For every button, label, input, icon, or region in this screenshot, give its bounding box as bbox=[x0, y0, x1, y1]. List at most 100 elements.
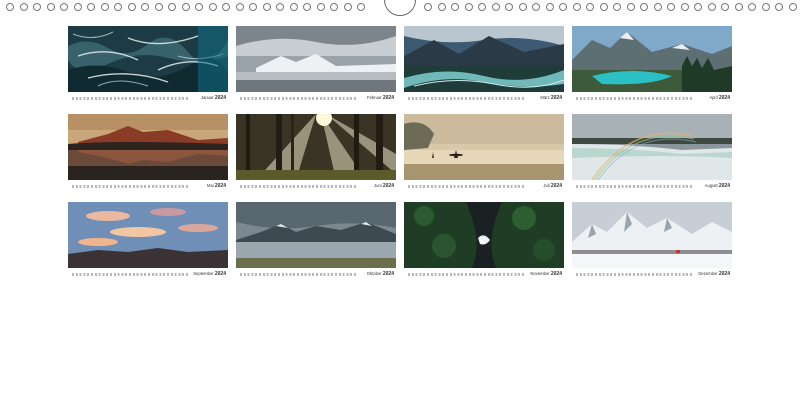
spiral-binding bbox=[0, 0, 800, 16]
binding-hole-icon bbox=[761, 3, 770, 11]
day-strip bbox=[240, 97, 358, 100]
day-strip bbox=[240, 273, 358, 276]
binding-hole-icon bbox=[235, 3, 244, 11]
binding-hole-icon bbox=[599, 3, 608, 11]
month-card-juli: Juli 2024 bbox=[404, 114, 564, 190]
day-strip bbox=[576, 185, 694, 188]
binding-hole-icon bbox=[518, 3, 527, 11]
month-label: August 2024 bbox=[704, 183, 730, 189]
day-strip bbox=[576, 273, 694, 276]
month-label: Februar 2024 bbox=[367, 95, 394, 101]
ocean-aerial-icon bbox=[68, 26, 228, 92]
binding-hole-icon bbox=[451, 3, 459, 11]
binding-hole-icon bbox=[60, 3, 68, 11]
binding-hole-icon bbox=[653, 3, 662, 11]
binding-hole-icon bbox=[73, 3, 82, 11]
day-strip bbox=[72, 97, 190, 100]
binding-hole-icon bbox=[343, 3, 352, 11]
snow-mountains-icon bbox=[572, 202, 732, 268]
month-card-november: November 2024 bbox=[404, 202, 564, 278]
glacier-lake-icon bbox=[572, 26, 732, 92]
binding-hole-icon bbox=[19, 3, 28, 11]
day-strip bbox=[240, 185, 358, 188]
month-label: März 2024 bbox=[540, 95, 562, 101]
binding-hole-icon bbox=[100, 3, 109, 11]
month-label: Juli 2024 bbox=[543, 183, 562, 189]
month-card-mai: Mai 2024 bbox=[68, 114, 228, 190]
month-label: Januar 2024 bbox=[200, 95, 226, 101]
day-strip bbox=[576, 97, 694, 100]
binding-hole-icon bbox=[694, 3, 702, 11]
waterfall-rainbow-icon bbox=[572, 114, 732, 180]
binding-hole-icon bbox=[46, 3, 55, 11]
binding-hole-icon bbox=[168, 3, 176, 11]
binding-hole-icon bbox=[114, 3, 122, 11]
binding-hole-icon bbox=[303, 3, 311, 11]
binding-hole-icon bbox=[707, 3, 716, 11]
binding-hole-icon bbox=[249, 3, 257, 11]
month-card-februar: Februar 2024 bbox=[236, 26, 396, 102]
day-strip bbox=[72, 185, 190, 188]
binding-hole-icon bbox=[357, 3, 365, 11]
month-label: Dezember 2024 bbox=[698, 271, 730, 277]
month-card-maerz: März 2024 bbox=[404, 26, 564, 102]
binding-hole-icon bbox=[626, 3, 635, 11]
binding-hole-icon bbox=[437, 3, 446, 11]
day-strip bbox=[408, 185, 526, 188]
binding-hole-icon bbox=[424, 3, 432, 11]
binding-hole-icon bbox=[491, 3, 500, 11]
month-card-oktober: Oktober 2024 bbox=[236, 202, 396, 278]
binding-hole-icon bbox=[195, 3, 203, 11]
binding-hole-icon bbox=[289, 3, 298, 11]
binding-hole-icon bbox=[532, 3, 540, 11]
binding-hole-icon bbox=[316, 3, 325, 11]
red-mountain-lake-icon bbox=[68, 114, 228, 180]
misty-beach-surfer-icon bbox=[404, 114, 564, 180]
day-strip bbox=[408, 97, 526, 100]
binding-hole-icon bbox=[208, 3, 217, 11]
binding-hole-icon bbox=[734, 3, 743, 11]
hanger-hole-icon bbox=[384, 0, 416, 16]
binding-hole-icon bbox=[545, 3, 554, 11]
binding-hole-icon bbox=[181, 3, 190, 11]
binding-hole-icon bbox=[478, 3, 486, 11]
binding-hole-icon bbox=[33, 3, 41, 11]
binding-hole-icon bbox=[464, 3, 473, 11]
binding-hole-icon bbox=[788, 3, 797, 11]
month-label: November 2024 bbox=[530, 271, 562, 277]
sunset-clouds-icon bbox=[68, 202, 228, 268]
stormy-mountain-lake-icon bbox=[236, 202, 396, 268]
forest-sunbeams-icon bbox=[236, 114, 396, 180]
mountain-river-icon bbox=[404, 26, 564, 92]
month-card-juni: Juni 2024 bbox=[236, 114, 396, 190]
binding-hole-icon bbox=[87, 3, 95, 11]
binding-hole-icon bbox=[775, 3, 783, 11]
binding-hole-icon bbox=[667, 3, 675, 11]
month-card-september: September 2024 bbox=[68, 202, 228, 278]
month-card-januar: Januar 2024 bbox=[68, 26, 228, 102]
month-label: Oktober 2024 bbox=[366, 271, 394, 277]
month-label: September 2024 bbox=[193, 271, 226, 277]
binding-hole-icon bbox=[721, 3, 729, 11]
binding-hole-icon bbox=[748, 3, 756, 11]
binding-hole-icon bbox=[572, 3, 581, 11]
binding-hole-icon bbox=[262, 3, 271, 11]
binding-hole-icon bbox=[6, 3, 14, 11]
binding-hole-icon bbox=[222, 3, 230, 11]
binding-hole-icon bbox=[505, 3, 513, 11]
binding-hole-icon bbox=[141, 3, 149, 11]
month-label: Juni 2024 bbox=[374, 183, 394, 189]
binding-hole-icon bbox=[276, 3, 284, 11]
binding-hole-icon bbox=[154, 3, 163, 11]
month-card-august: August 2024 bbox=[572, 114, 732, 190]
binding-hole-icon bbox=[586, 3, 594, 11]
binding-hole-icon bbox=[640, 3, 648, 11]
forest-river-aerial-icon bbox=[404, 202, 564, 268]
binding-hole-icon bbox=[559, 3, 567, 11]
month-card-dezember: Dezember 2024 bbox=[572, 202, 732, 278]
binding-hole-icon bbox=[613, 3, 621, 11]
day-strip bbox=[72, 273, 190, 276]
binding-hole-icon bbox=[330, 3, 338, 11]
month-card-april: April 2024 bbox=[572, 26, 732, 102]
day-strip bbox=[408, 273, 526, 276]
